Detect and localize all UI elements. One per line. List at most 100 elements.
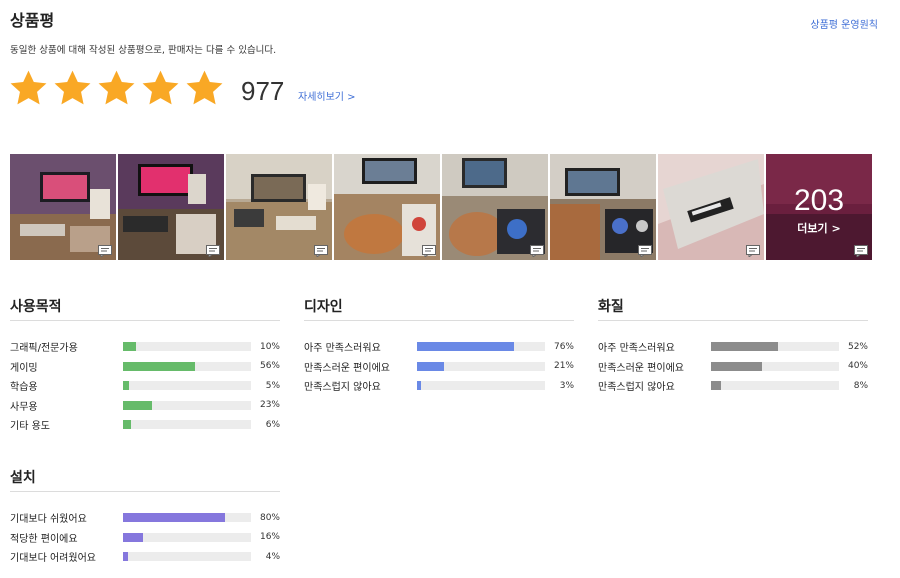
- stat-percent: 4%: [265, 551, 280, 562]
- stat-label: 만족스럽지 않아요: [304, 382, 381, 394]
- stat-bar-fill: [417, 381, 421, 391]
- stat-bar-fill: [711, 361, 763, 371]
- stat-label: 게이밍: [10, 362, 38, 374]
- star-icon: [142, 70, 179, 105]
- star-icon: [98, 70, 135, 105]
- stat-bar-fill: [123, 361, 195, 371]
- design-section: 디자인 아주 만족스러워요 76% 만족스러운 편이에요 21% 만족스럽지 않…: [304, 296, 574, 396]
- review-policy-link[interactable]: 상품평 운영원칙: [810, 16, 878, 31]
- stat-percent: 23%: [259, 400, 280, 411]
- stat-bar-fill: [123, 342, 136, 352]
- stat-row: 기대보다 쉬웠어요 80%: [10, 508, 280, 528]
- stat-bar: [711, 342, 839, 352]
- stat-bar-fill: [123, 552, 129, 562]
- stat-bar: [123, 342, 251, 352]
- stat-bar: [123, 420, 251, 430]
- review-photo[interactable]: [658, 154, 764, 260]
- stat-row: 학습용 5%: [10, 376, 280, 396]
- stat-row: 기대보다 어려웠어요 4%: [10, 547, 280, 567]
- stat-row: 게이밍 56%: [10, 357, 280, 377]
- stat-percent: 8%: [853, 380, 868, 391]
- stat-bar-fill: [123, 381, 130, 391]
- comment-icon: [530, 245, 544, 257]
- star-rating: [8, 68, 228, 109]
- detail-link[interactable]: 자세히보기 >: [298, 88, 356, 103]
- stat-bar-fill: [417, 342, 515, 352]
- stat-bar: [123, 513, 251, 523]
- more-photos-label: 더보기 >: [797, 222, 841, 235]
- usage-section: 사용목적 그래픽/전문가용 10% 게이밍 56% 학습용 5% 사무용 23%…: [10, 296, 280, 435]
- stat-bar: [123, 381, 251, 391]
- review-photo[interactable]: [226, 154, 332, 260]
- stat-row: 적당한 편이에요 16%: [10, 528, 280, 548]
- section-title: 디자인: [304, 299, 343, 315]
- stat-percent: 40%: [847, 361, 868, 372]
- stat-percent: 3%: [559, 380, 574, 391]
- comment-icon: [746, 245, 760, 257]
- stat-bar-fill: [417, 361, 444, 371]
- review-photo[interactable]: [550, 154, 656, 260]
- stat-percent: 10%: [259, 341, 280, 352]
- stat-bar-fill: [711, 342, 778, 352]
- stat-percent: 21%: [553, 361, 574, 372]
- comment-icon: [638, 245, 652, 257]
- stat-row: 사무용 23%: [10, 396, 280, 416]
- more-photos-tile[interactable]: 203 더보기 >: [766, 154, 872, 260]
- stat-row: 만족스럽지 않아요 3%: [304, 376, 574, 396]
- stat-bar: [417, 361, 545, 371]
- section-divider: [598, 320, 868, 321]
- review-photo[interactable]: [10, 154, 116, 260]
- stat-label: 만족스러운 편이에요: [598, 362, 684, 374]
- stat-bar-fill: [711, 381, 722, 391]
- review-photo[interactable]: [334, 154, 440, 260]
- stat-percent: 56%: [259, 361, 280, 372]
- photo-strip: 203 더보기 >: [10, 154, 874, 260]
- stat-row: 기타 용도 6%: [10, 415, 280, 435]
- review-photo[interactable]: [442, 154, 548, 260]
- stat-bar: [123, 532, 251, 542]
- comment-icon: [854, 245, 868, 257]
- stat-percent: 52%: [847, 341, 868, 352]
- section-divider: [304, 320, 574, 321]
- section-divider: [10, 491, 280, 492]
- stat-label: 적당한 편이에요: [10, 533, 78, 545]
- section-title: 설치: [10, 470, 36, 486]
- stat-label: 학습용: [10, 382, 38, 394]
- comment-icon: [98, 245, 112, 257]
- stat-bar: [123, 361, 251, 371]
- star-icon: [10, 70, 47, 105]
- stat-bar: [711, 381, 839, 391]
- section-title: 사용목적: [10, 299, 62, 315]
- review-count: 977: [241, 76, 285, 106]
- stat-label: 기타 용도: [10, 421, 50, 433]
- stat-row: 만족스럽지 않아요 8%: [598, 376, 868, 396]
- stat-label: 기대보다 어려웠어요: [10, 553, 96, 565]
- stat-percent: 6%: [265, 419, 280, 430]
- stat-bar-fill: [123, 513, 226, 523]
- stat-row: 아주 만족스러워요 76%: [304, 337, 574, 357]
- review-photo[interactable]: [118, 154, 224, 260]
- stat-label: 그래픽/전문가용: [10, 343, 78, 355]
- review-notice: 동일한 상품에 대해 작성된 상품평으로, 판매자는 다를 수 있습니다.: [10, 45, 277, 56]
- quality-section: 화질 아주 만족스러워요 52% 만족스러운 편이에요 40% 만족스럽지 않아…: [598, 296, 868, 396]
- stat-label: 만족스러운 편이에요: [304, 362, 390, 374]
- stat-bar: [123, 400, 251, 410]
- stat-percent: 80%: [259, 512, 280, 523]
- section-divider: [10, 320, 280, 321]
- install-section: 설치 기대보다 쉬웠어요 80% 적당한 편이에요 16% 기대보다 어려웠어요…: [10, 467, 280, 567]
- star-icon: [54, 70, 91, 105]
- comment-icon: [314, 245, 328, 257]
- stat-label: 아주 만족스러워요: [304, 343, 381, 355]
- more-photos-count: 203: [793, 184, 845, 217]
- stat-label: 만족스럽지 않아요: [598, 382, 675, 394]
- stat-row: 아주 만족스러워요 52%: [598, 337, 868, 357]
- stat-label: 아주 만족스러워요: [598, 343, 675, 355]
- stat-label: 기대보다 쉬웠어요: [10, 514, 87, 526]
- stat-percent: 76%: [553, 341, 574, 352]
- star-icon: [186, 70, 223, 105]
- stat-row: 만족스러운 편이에요 21%: [304, 357, 574, 377]
- stat-label: 사무용: [10, 401, 38, 413]
- stat-row: 그래픽/전문가용 10%: [10, 337, 280, 357]
- stat-bar-fill: [123, 532, 144, 542]
- stat-bar-fill: [123, 400, 153, 410]
